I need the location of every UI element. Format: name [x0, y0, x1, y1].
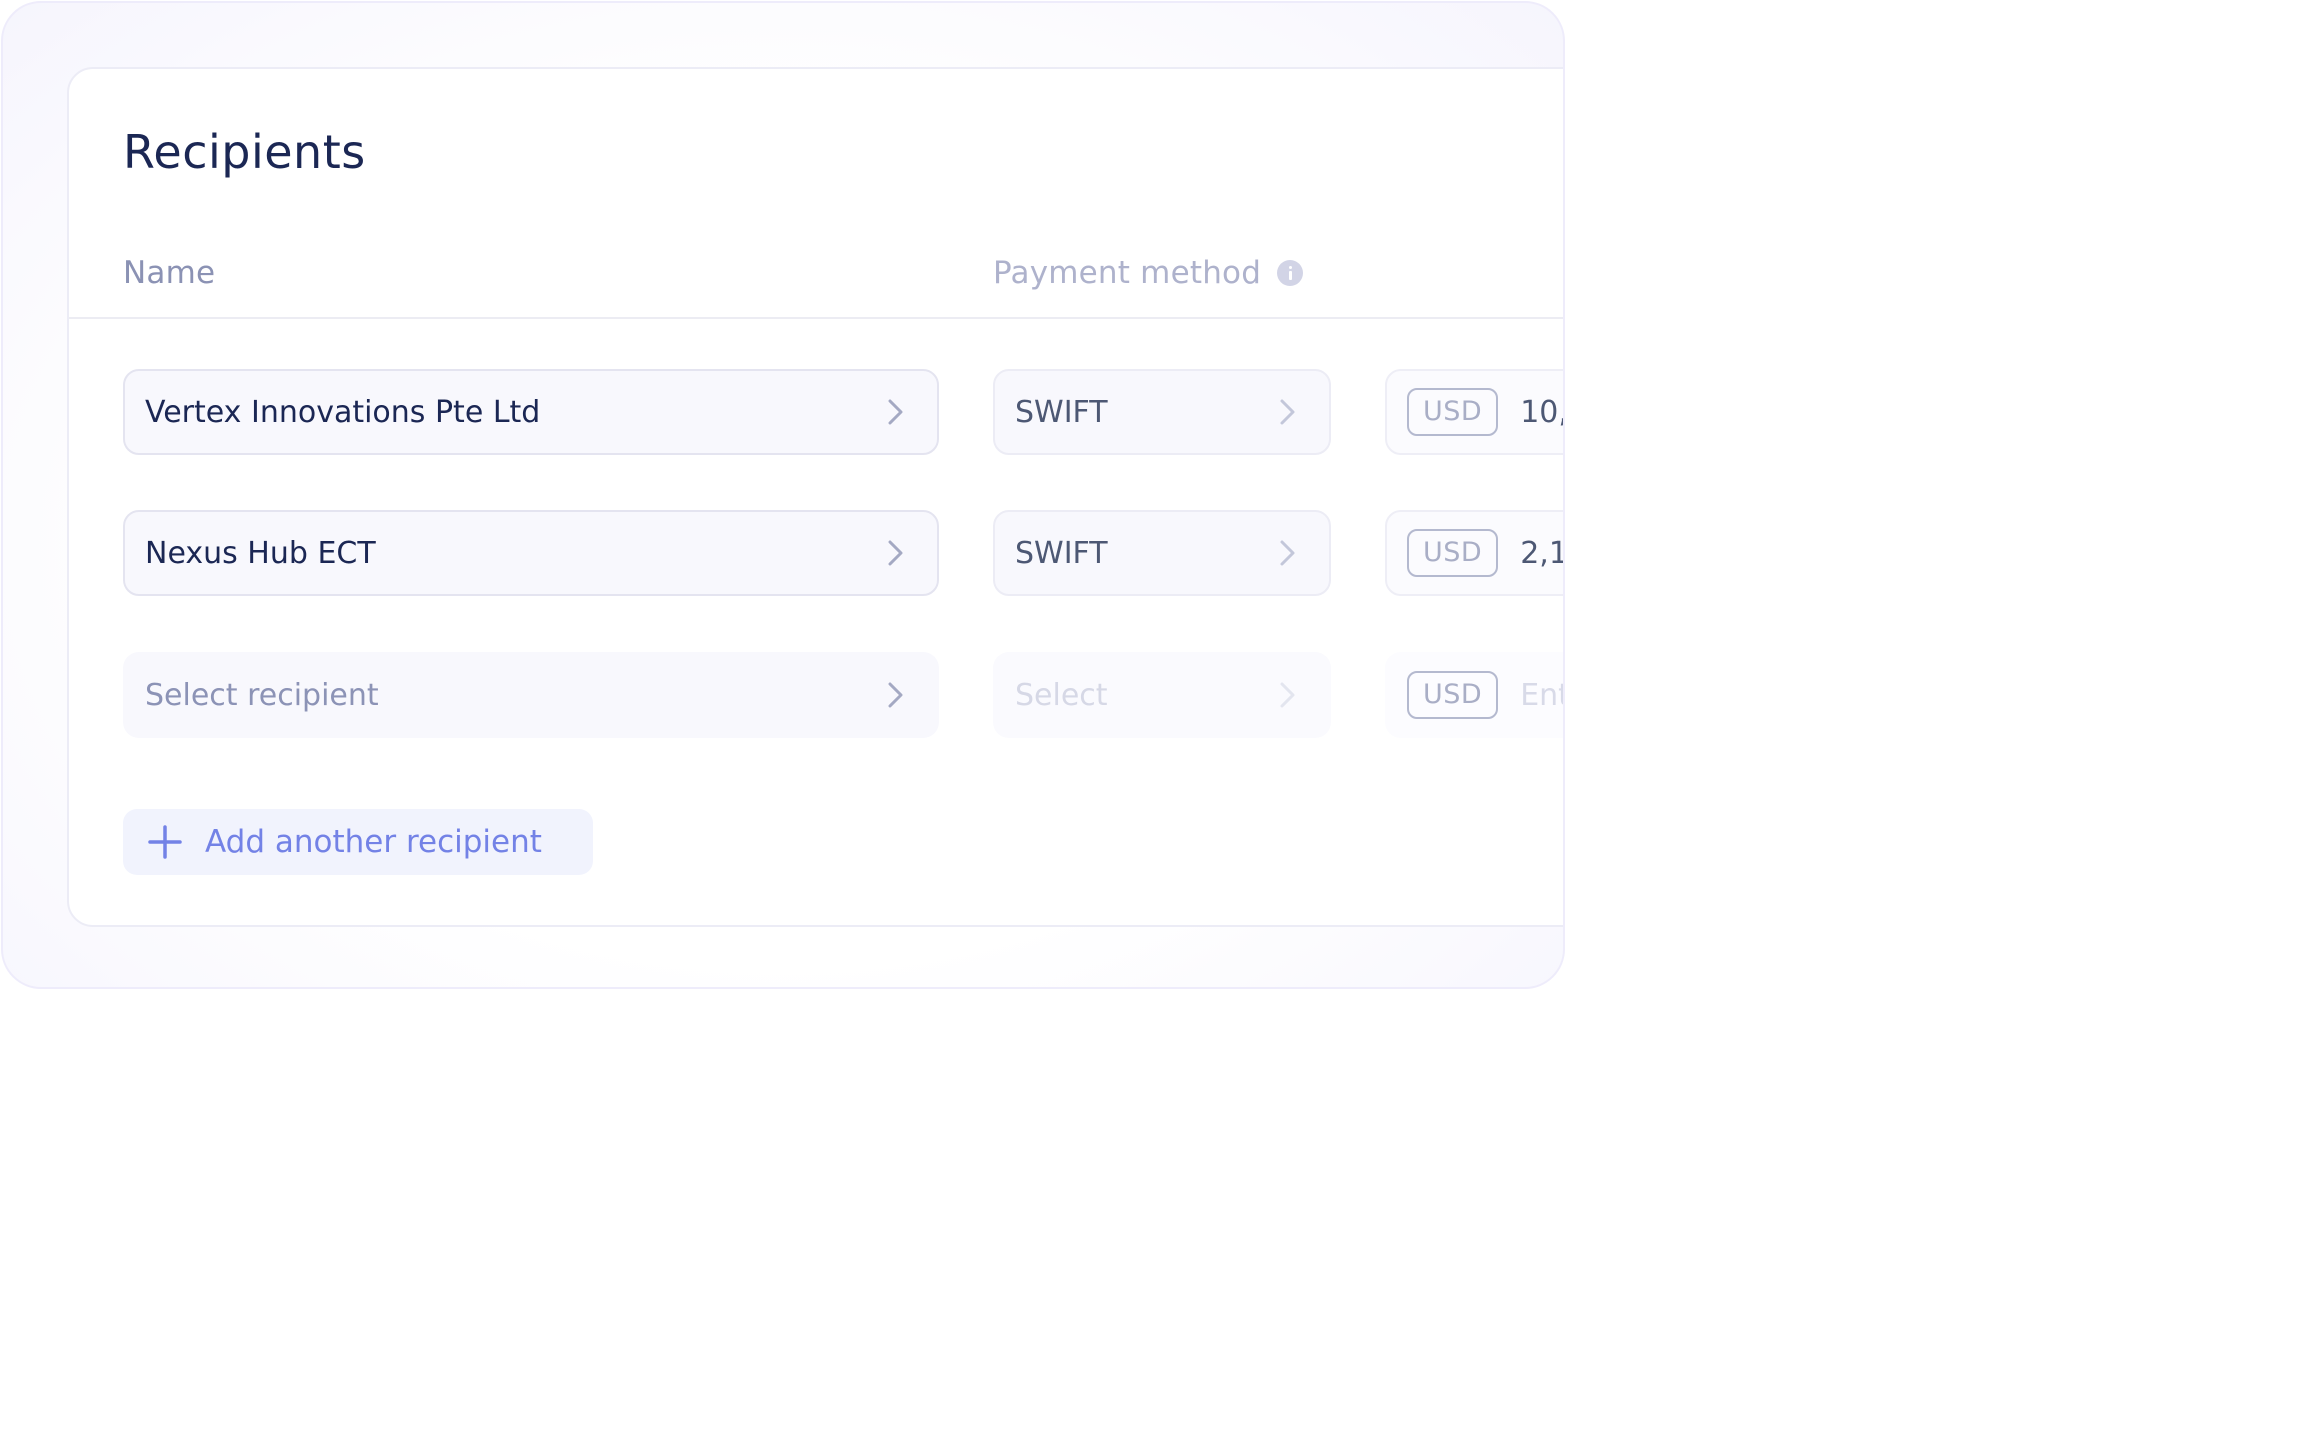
currency-badge[interactable]: USD: [1407, 529, 1499, 577]
chevron-right-icon: [1273, 680, 1303, 710]
recipient-placeholder: Select recipient: [145, 677, 379, 713]
chevron-right-icon: [1273, 538, 1303, 568]
recipients-card: Recipients Name Payment method Vertex In…: [67, 67, 1565, 927]
amount-value: 2,10: [1520, 535, 1563, 571]
currency-badge[interactable]: USD: [1407, 388, 1499, 436]
amount-input[interactable]: USD Ent: [1385, 652, 1565, 738]
recipient-name: Nexus Hub ECT: [145, 535, 376, 571]
recipient-select[interactable]: Vertex Innovations Pte Ltd: [123, 369, 939, 455]
column-header-payment-method-label: Payment method: [993, 255, 1262, 291]
currency-badge[interactable]: USD: [1407, 671, 1499, 719]
app-frame: Recipients Name Payment method Vertex In…: [1, 1, 1565, 989]
payment-method-placeholder: Select: [1015, 677, 1108, 713]
recipient-select[interactable]: Select recipient: [123, 652, 939, 738]
payment-method-select[interactable]: Select: [993, 652, 1331, 738]
chevron-right-icon: [881, 680, 911, 710]
amount-value: 10,0: [1520, 394, 1563, 430]
column-header-name: Name: [123, 255, 216, 291]
page-title: Recipients: [123, 125, 366, 179]
payment-method-value: SWIFT: [1015, 394, 1108, 430]
add-recipient-button[interactable]: Add another recipient: [123, 809, 593, 875]
amount-input[interactable]: USD 10,0: [1385, 369, 1563, 455]
recipient-name: Vertex Innovations Pte Ltd: [145, 394, 541, 430]
payment-method-select[interactable]: SWIFT: [993, 510, 1331, 596]
plus-icon: [148, 825, 182, 859]
header-divider: [69, 317, 1563, 319]
column-header-payment-method: Payment method: [993, 255, 1304, 291]
add-recipient-label: Add another recipient: [205, 824, 542, 860]
amount-input[interactable]: USD 2,10: [1385, 510, 1563, 596]
info-icon[interactable]: [1277, 260, 1304, 286]
chevron-right-icon: [881, 538, 911, 568]
chevron-right-icon: [1273, 397, 1303, 427]
chevron-right-icon: [881, 397, 911, 427]
recipient-select[interactable]: Nexus Hub ECT: [123, 510, 939, 596]
payment-method-value: SWIFT: [1015, 535, 1108, 571]
payment-method-select[interactable]: SWIFT: [993, 369, 1331, 455]
amount-placeholder: Ent: [1520, 677, 1565, 713]
